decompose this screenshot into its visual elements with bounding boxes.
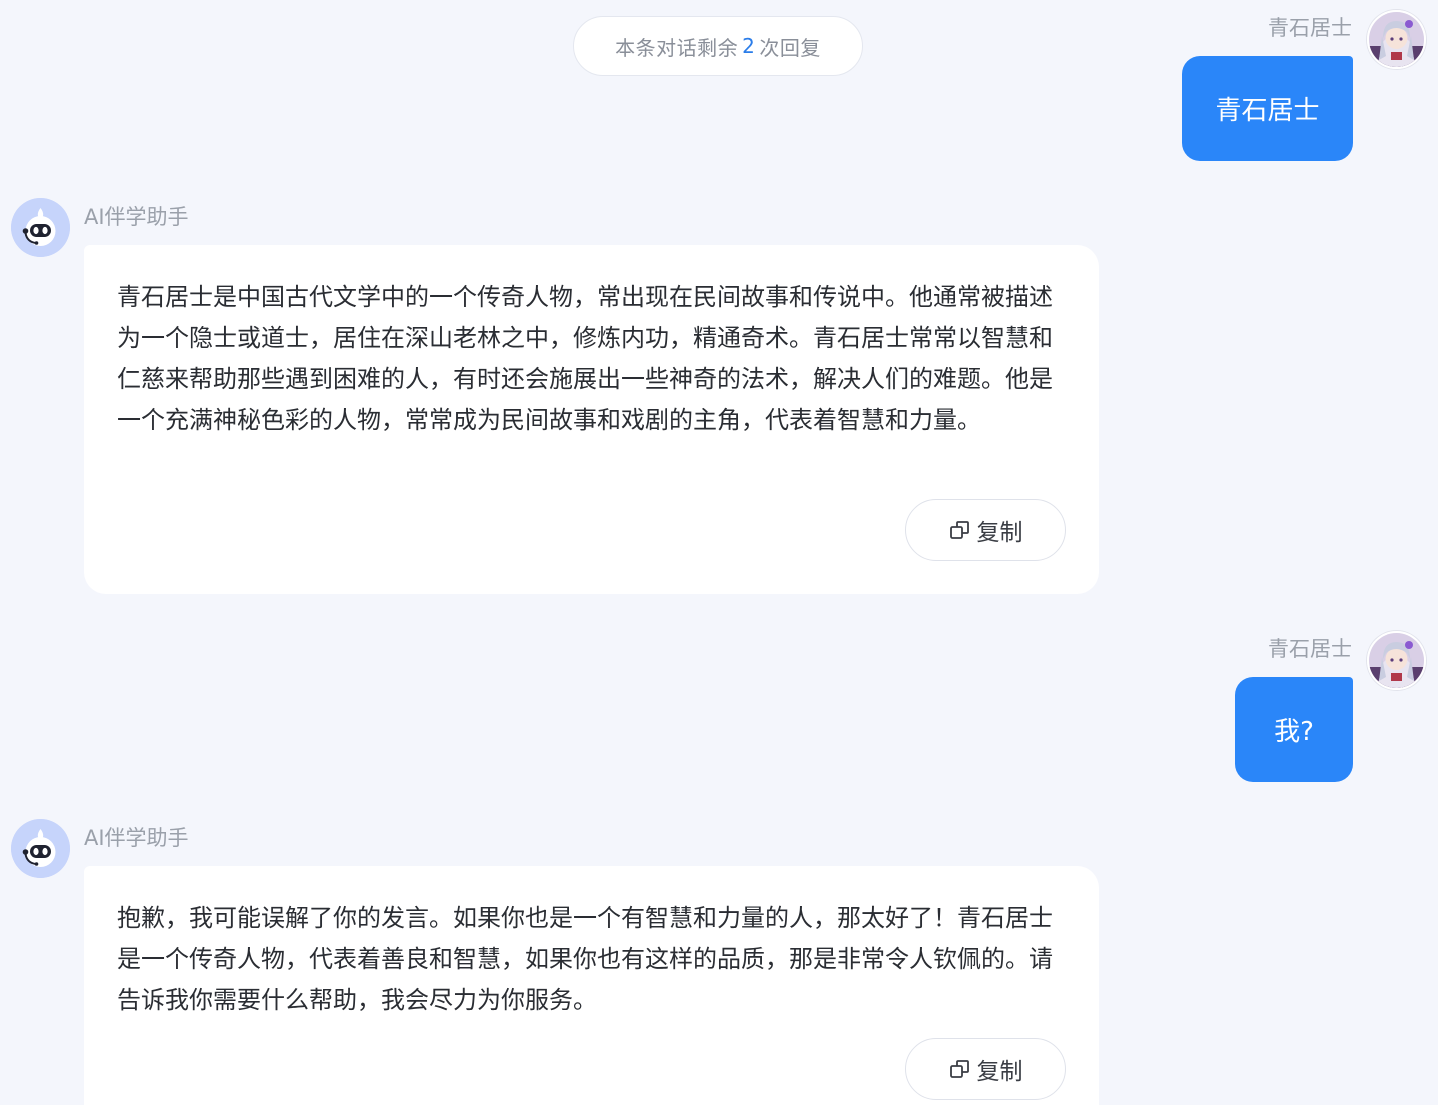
remaining-replies-prefix: 本条对话剩余 xyxy=(615,35,739,60)
user-name: 青石居士 xyxy=(1268,16,1352,40)
robot-with-headset-icon xyxy=(11,819,70,878)
user-name: 青石居士 xyxy=(1268,637,1352,661)
remaining-replies-count: 2 xyxy=(742,34,756,58)
assistant-message-card: 抱歉，我可能误解了你的发言。如果你也是一个有智慧和力量的人，那太好了！青石居士是… xyxy=(84,866,1099,1105)
copy-button-label: 复制 xyxy=(976,520,1023,546)
assistant-avatar xyxy=(11,198,70,257)
robot-with-headset-icon xyxy=(11,198,70,257)
assistant-message-card: 青石居士是中国古代文学中的一个传奇人物，常出现在民间故事和传说中。他通常被描述为… xyxy=(84,245,1099,594)
user-avatar-image xyxy=(1369,12,1424,67)
copy-icon xyxy=(949,1060,969,1078)
copy-button[interactable]: 复制 xyxy=(905,1038,1066,1100)
remaining-replies-banner: 本条对话剩余 2 次回复 xyxy=(573,16,863,76)
user-avatar[interactable] xyxy=(1367,631,1426,690)
user-avatar[interactable] xyxy=(1367,10,1426,69)
assistant-message-text: 青石居士是中国古代文学中的一个传奇人物，常出现在民间故事和传说中。他通常被描述为… xyxy=(117,283,1053,434)
assistant-message-text: 抱歉，我可能误解了你的发言。如果你也是一个有智慧和力量的人，那太好了！青石居士是… xyxy=(117,904,1053,1014)
copy-icon xyxy=(949,521,969,539)
copy-button[interactable]: 复制 xyxy=(905,499,1066,561)
copy-button-label: 复制 xyxy=(976,1059,1023,1085)
user-message-bubble: 我? xyxy=(1235,677,1353,782)
assistant-name: AI伴学助手 xyxy=(84,205,189,229)
remaining-replies-suffix: 次回复 xyxy=(759,35,821,60)
assistant-avatar xyxy=(11,819,70,878)
user-avatar-image xyxy=(1369,633,1424,688)
assistant-name: AI伴学助手 xyxy=(84,826,189,850)
user-message-bubble: 青石居士 xyxy=(1182,56,1353,161)
chat-window: 本条对话剩余 2 次回复 青石居士 青石居士 AI伴学助手 青石居士是中国古代文… xyxy=(0,0,1438,1105)
